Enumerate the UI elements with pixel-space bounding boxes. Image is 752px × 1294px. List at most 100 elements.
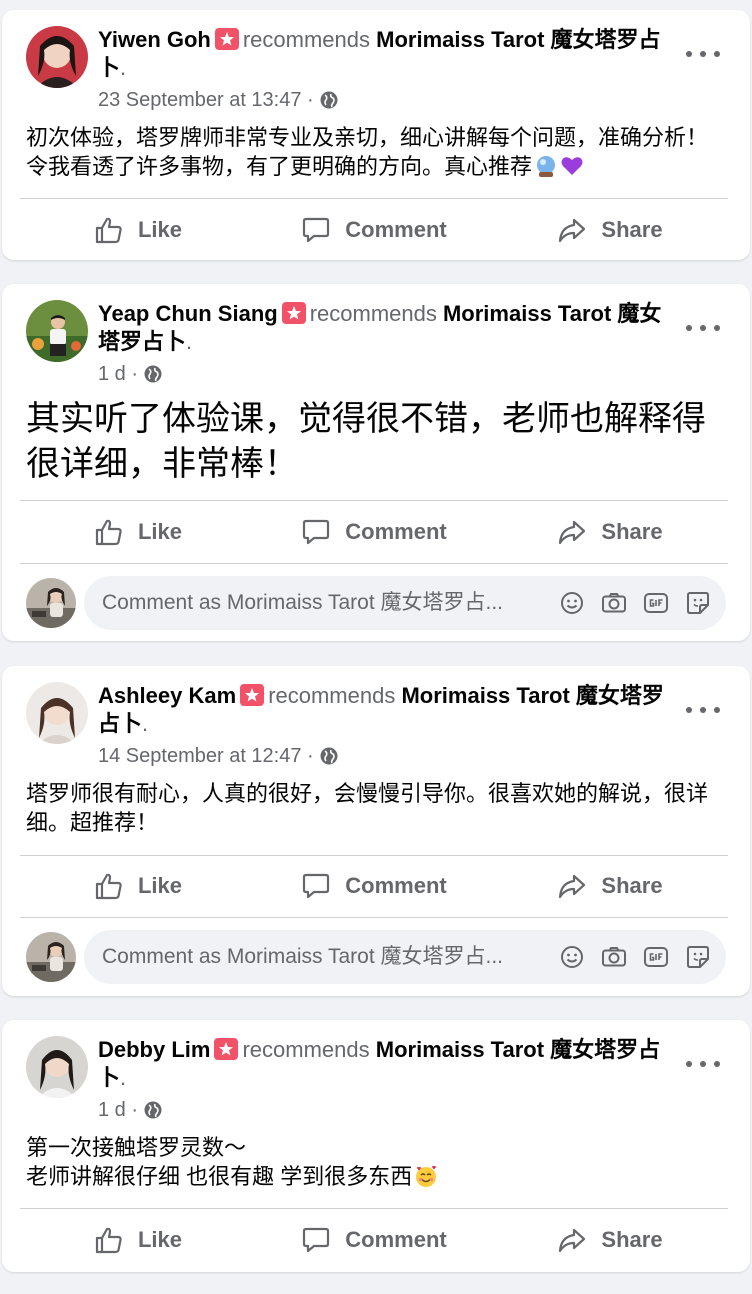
emoji-icon[interactable] bbox=[558, 943, 586, 971]
page-avatar[interactable] bbox=[26, 578, 76, 628]
comment-input[interactable] bbox=[102, 945, 550, 969]
review-post-card: Ashleey Kam recommends Morimaiss Tarot 魔女… bbox=[2, 666, 750, 996]
recommends-text: recommends bbox=[242, 1037, 370, 1062]
avatar[interactable] bbox=[26, 300, 88, 362]
share-label: Share bbox=[601, 217, 663, 242]
share-icon bbox=[559, 520, 586, 545]
post-meta: 23 September at 13:47 · bbox=[98, 88, 338, 112]
globe-icon bbox=[320, 747, 338, 765]
author-name[interactable]: Debby Lim bbox=[98, 1037, 210, 1062]
more-options-button[interactable] bbox=[686, 700, 720, 720]
gif-icon[interactable] bbox=[642, 589, 670, 617]
comment-input[interactable] bbox=[102, 591, 550, 615]
camera-icon[interactable] bbox=[600, 589, 628, 617]
recommendation-badge-icon bbox=[240, 684, 265, 706]
divider bbox=[20, 917, 728, 918]
share-button[interactable]: Share bbox=[492, 502, 728, 562]
comment-label: Comment bbox=[345, 1227, 447, 1252]
comment-icon bbox=[303, 873, 330, 899]
post-meta: 14 September at 12:47 · bbox=[98, 744, 338, 768]
post-meta: 1 d · bbox=[98, 1098, 162, 1122]
avatar[interactable] bbox=[26, 682, 88, 744]
more-options-button[interactable] bbox=[686, 44, 720, 64]
post-text: 其实听了体验课，觉得很不错，老师也解释得很详细，非常棒！ bbox=[26, 400, 706, 483]
share-button[interactable]: Share bbox=[492, 1210, 728, 1270]
author-name[interactable]: Yiwen Goh bbox=[98, 27, 211, 52]
comment-tools bbox=[544, 576, 712, 630]
comment-button[interactable]: Comment bbox=[256, 856, 492, 916]
post-header: Yeap Chun Siang recommends Morimaiss Taro… bbox=[98, 300, 668, 356]
globe-icon bbox=[320, 91, 338, 109]
share-icon bbox=[559, 1228, 586, 1253]
like-label: Like bbox=[137, 217, 183, 242]
action-bar: Like Comment Share bbox=[20, 502, 728, 562]
like-label: Like bbox=[137, 873, 183, 898]
like-label: Like bbox=[137, 519, 183, 544]
purple-heart-icon bbox=[560, 154, 584, 178]
divider bbox=[20, 198, 728, 199]
like-icon bbox=[95, 519, 122, 546]
more-options-button[interactable] bbox=[686, 1054, 720, 1074]
emoji-icon[interactable] bbox=[558, 589, 586, 617]
gif-icon[interactable] bbox=[642, 943, 670, 971]
trailing-dot: . bbox=[120, 1065, 127, 1090]
share-button[interactable]: Share bbox=[492, 856, 728, 916]
action-bar: Like Comment Share bbox=[20, 200, 728, 260]
avatar[interactable] bbox=[26, 1036, 88, 1098]
post-header: Yiwen Goh recommends Morimaiss Tarot 魔女塔罗… bbox=[98, 26, 668, 82]
post-text: 初次体验，塔罗牌师非常专业及亲切，细心讲解每个问题，准确分析！令我看透了许多事物… bbox=[26, 123, 726, 181]
recommends-text: recommends bbox=[242, 27, 371, 52]
recommendation-badge-icon bbox=[214, 28, 239, 50]
like-icon bbox=[95, 217, 122, 244]
more-options-button[interactable] bbox=[686, 318, 720, 338]
comment-label: Comment bbox=[345, 217, 447, 242]
post-text-content: 初次体验，塔罗牌师非常专业及亲切，细心讲解每个问题，准确分析！令我看透了许多事物… bbox=[26, 125, 709, 179]
timestamp[interactable]: 14 September at 12:47 · bbox=[98, 744, 314, 768]
post-header: Ashleey Kam recommends Morimaiss Tarot 魔女… bbox=[98, 682, 668, 738]
crystal-ball-icon bbox=[534, 154, 558, 178]
comment-tools bbox=[544, 930, 712, 984]
share-label: Share bbox=[601, 1227, 663, 1252]
author-name[interactable]: Yeap Chun Siang bbox=[98, 301, 278, 326]
page-avatar[interactable] bbox=[26, 932, 76, 982]
divider bbox=[20, 1208, 728, 1209]
trailing-dot: . bbox=[142, 711, 149, 736]
divider bbox=[20, 500, 728, 501]
timestamp[interactable]: 1 d · bbox=[98, 362, 138, 386]
sticker-icon[interactable] bbox=[684, 589, 712, 617]
like-icon bbox=[95, 873, 122, 900]
camera-icon[interactable] bbox=[600, 943, 628, 971]
author-name[interactable]: Ashleey Kam bbox=[98, 683, 236, 708]
post-meta: 1 d · bbox=[98, 362, 162, 386]
share-icon bbox=[559, 874, 586, 899]
comment-composer bbox=[26, 930, 726, 984]
comment-icon bbox=[303, 1227, 330, 1253]
comment-button[interactable]: Comment bbox=[256, 1210, 492, 1270]
share-label: Share bbox=[601, 873, 663, 898]
recommendation-badge-icon bbox=[214, 1038, 239, 1060]
review-post-card: Yeap Chun Siang recommends Morimaiss Taro… bbox=[2, 284, 750, 641]
like-button[interactable]: Like bbox=[20, 200, 256, 260]
sticker-icon[interactable] bbox=[684, 943, 712, 971]
comment-button[interactable]: Comment bbox=[256, 200, 492, 260]
recommendation-badge-icon bbox=[281, 302, 306, 324]
post-text-content: 第一次接触塔罗灵数～ 老师讲解很仔细 也很有趣 学到很多东西 bbox=[26, 1135, 413, 1189]
like-button[interactable]: Like bbox=[20, 502, 256, 562]
timestamp[interactable]: 1 d · bbox=[98, 1098, 138, 1122]
share-label: Share bbox=[601, 519, 663, 544]
trailing-dot: . bbox=[120, 55, 127, 80]
review-post-card: Debby Lim recommends Morimaiss Tarot 魔女塔罗… bbox=[2, 1020, 750, 1272]
share-button[interactable]: Share bbox=[492, 200, 728, 260]
globe-icon bbox=[144, 365, 162, 383]
trailing-dot: . bbox=[186, 329, 193, 354]
like-button[interactable]: Like bbox=[20, 856, 256, 916]
post-text: 第一次接触塔罗灵数～ 老师讲解很仔细 也很有趣 学到很多东西 bbox=[26, 1133, 726, 1191]
comment-icon bbox=[303, 519, 330, 545]
like-button[interactable]: Like bbox=[20, 1210, 256, 1270]
timestamp[interactable]: 23 September at 13:47 · bbox=[98, 88, 314, 112]
avatar[interactable] bbox=[26, 26, 88, 88]
post-text: 塔罗师很有耐心，人真的很好，会慢慢引导你。很喜欢她的解说，很详细。超推荐！ bbox=[26, 781, 709, 835]
comment-composer bbox=[26, 576, 726, 630]
comment-box bbox=[84, 576, 726, 630]
comment-button[interactable]: Comment bbox=[256, 502, 492, 562]
